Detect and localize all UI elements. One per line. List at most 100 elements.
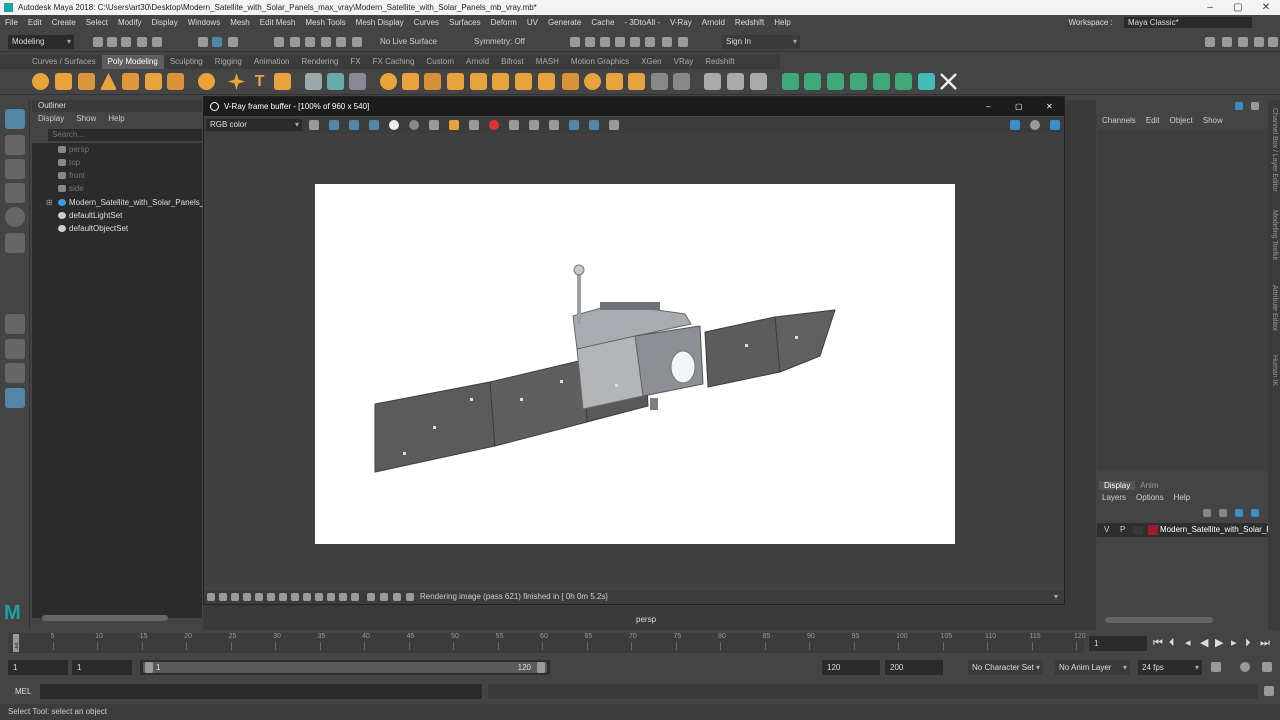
- clear-image-icon[interactable]: [469, 120, 479, 130]
- snap-curve-icon[interactable]: [290, 37, 300, 47]
- menu-vray[interactable]: V-Ray: [665, 15, 697, 30]
- render-icon[interactable]: [1010, 120, 1020, 130]
- step-forward-frame-icon[interactable]: ▸: [1231, 636, 1237, 650]
- menu-surfaces[interactable]: Surfaces: [444, 15, 486, 30]
- multi-cut-icon[interactable]: [562, 73, 579, 90]
- shelf-tab-motion-graphics[interactable]: Motion Graphics: [565, 55, 635, 69]
- side-tab-attribute-editor[interactable]: Attribute Editor: [1271, 285, 1278, 331]
- platonic-solid-icon[interactable]: [198, 73, 215, 90]
- render-view-icon[interactable]: [585, 37, 595, 47]
- command-input[interactable]: [40, 684, 482, 699]
- playback-end-field[interactable]: 120: [822, 660, 880, 675]
- uv-editor-icon[interactable]: [673, 73, 690, 90]
- step-back-frame-icon[interactable]: ◂: [1185, 636, 1191, 650]
- vray-close-button[interactable]: ✕: [1046, 97, 1053, 116]
- go-to-end-icon[interactable]: ⏭: [1260, 636, 1270, 650]
- vray-statusbar-icon[interactable]: [393, 593, 401, 601]
- modeling-toolkit-icon[interactable]: [1205, 37, 1215, 47]
- poly-cylinder-icon[interactable]: [78, 73, 95, 90]
- cut-uv-icon[interactable]: [704, 73, 721, 90]
- sign-in-button[interactable]: Sign In: [722, 35, 800, 49]
- connect-icon[interactable]: [606, 73, 623, 90]
- pause-viewport-icon[interactable]: [678, 37, 688, 47]
- play-forward-icon[interactable]: ▶: [1215, 636, 1223, 650]
- layout-uv-icon[interactable]: [873, 73, 890, 90]
- script-editor-icon[interactable]: [1264, 686, 1274, 696]
- side-tab-human-ik[interactable]: Human IK: [1271, 355, 1278, 386]
- time-slider[interactable]: 1 5 10 15 20 25 30 35 40 45 50 55 60 65 70 75 80 85 90 95 1…: [0, 631, 1280, 656]
- side-tab-channel-box[interactable]: Channel Box / Layer Editor: [1271, 108, 1278, 192]
- vray-minimize-button[interactable]: –: [986, 97, 990, 116]
- single-view-icon[interactable]: [5, 314, 25, 334]
- separate-icon[interactable]: [327, 73, 344, 90]
- two-view-icon[interactable]: [5, 363, 25, 383]
- region-render-icon[interactable]: [529, 120, 539, 130]
- vray-canvas[interactable]: [204, 133, 1064, 587]
- history-icon[interactable]: [569, 120, 579, 130]
- command-language-label[interactable]: MEL: [15, 686, 31, 698]
- super-shape-icon[interactable]: [228, 73, 245, 90]
- channel-menu-edit[interactable]: Edit: [1141, 116, 1165, 125]
- stop-render-icon[interactable]: [489, 120, 499, 130]
- vray-statusbar-icon[interactable]: [279, 593, 287, 601]
- vray-statusbar-icon[interactable]: [367, 593, 375, 601]
- snap-surface-icon[interactable]: [336, 37, 346, 47]
- poly-torus-icon[interactable]: [122, 73, 139, 90]
- outliner-item-default-light-set[interactable]: defaultLightSet: [32, 209, 202, 222]
- playback-start-field[interactable]: 1: [72, 660, 132, 675]
- render-current-icon[interactable]: [600, 37, 610, 47]
- layer-color-swatch[interactable]: [1148, 525, 1158, 535]
- shelf-tab-sculpting[interactable]: Sculpting: [164, 55, 209, 69]
- center-pivot-icon[interactable]: [349, 73, 366, 90]
- red-channel-icon[interactable]: [329, 120, 339, 130]
- side-tab-modeling-toolkit[interactable]: Modeling Toolkit: [1271, 210, 1278, 260]
- new-layer-selected-icon[interactable]: [1251, 509, 1259, 517]
- expand-icon[interactable]: ⊞: [46, 196, 53, 209]
- menu-deform[interactable]: Deform: [486, 15, 522, 30]
- menu-3dtoall[interactable]: - 3DtoAll -: [619, 15, 665, 30]
- shelf-tab-xgen[interactable]: XGen: [635, 55, 667, 69]
- ipr-icon[interactable]: [1030, 120, 1040, 130]
- lasso-tool-icon[interactable]: [5, 135, 25, 155]
- shelf-tab-fx[interactable]: FX: [344, 55, 366, 69]
- ipr-render-icon[interactable]: [615, 37, 625, 47]
- render-settings-icon[interactable]: [630, 37, 640, 47]
- outliner-menu-show[interactable]: Show: [70, 114, 102, 123]
- menu-windows[interactable]: Windows: [183, 15, 225, 30]
- menu-curves[interactable]: Curves: [409, 15, 444, 30]
- snap-point-icon[interactable]: [305, 37, 315, 47]
- shelf-tab-poly-modeling[interactable]: Poly Modeling: [101, 55, 164, 69]
- track-mouse-icon[interactable]: [509, 120, 519, 130]
- vray-statusbar-icon[interactable]: [207, 593, 215, 601]
- layer-menu-help[interactable]: Help: [1169, 493, 1195, 502]
- anim-layer-dropdown[interactable]: No Anim Layer: [1055, 660, 1130, 675]
- light-editor-icon[interactable]: [662, 37, 672, 47]
- menu-redshift[interactable]: Redshift: [730, 15, 769, 30]
- vray-statusbar-icon[interactable]: [255, 593, 263, 601]
- automatic-map-icon[interactable]: [850, 73, 867, 90]
- shelf-tab-fx-caching[interactable]: FX Caching: [367, 55, 421, 69]
- preferences-icon[interactable]: [1262, 662, 1272, 672]
- rotate-tool-icon[interactable]: [5, 207, 25, 227]
- range-slider-handle[interactable]: 1 120: [143, 662, 547, 673]
- vray-statusbar-icon[interactable]: [243, 593, 251, 601]
- checker-map-icon[interactable]: [895, 73, 912, 90]
- planar-map-icon[interactable]: [782, 73, 799, 90]
- cylindrical-map-icon[interactable]: [804, 73, 821, 90]
- shelf-tab-custom[interactable]: Custom: [420, 55, 460, 69]
- layer-menu-layers[interactable]: Layers: [1097, 493, 1131, 502]
- go-to-start-icon[interactable]: ⏮: [1153, 636, 1163, 650]
- vray-statusbar-icon[interactable]: [267, 593, 275, 601]
- menu-create[interactable]: Create: [47, 15, 81, 30]
- select-component-icon[interactable]: [228, 37, 238, 47]
- channel-box-pin-icon[interactable]: [1235, 102, 1243, 110]
- shelf-tab-animation[interactable]: Animation: [248, 55, 296, 69]
- poly-disc-icon[interactable]: [167, 73, 184, 90]
- lens-effects-icon[interactable]: [589, 120, 599, 130]
- channel-menu-show[interactable]: Show: [1198, 116, 1228, 125]
- paint-select-icon[interactable]: [5, 159, 25, 179]
- layer-scrollbar[interactable]: [1105, 617, 1213, 623]
- menu-display[interactable]: Display: [147, 15, 183, 30]
- maximize-button[interactable]: ▢: [1224, 0, 1252, 15]
- outliner-item-front[interactable]: front: [32, 169, 202, 182]
